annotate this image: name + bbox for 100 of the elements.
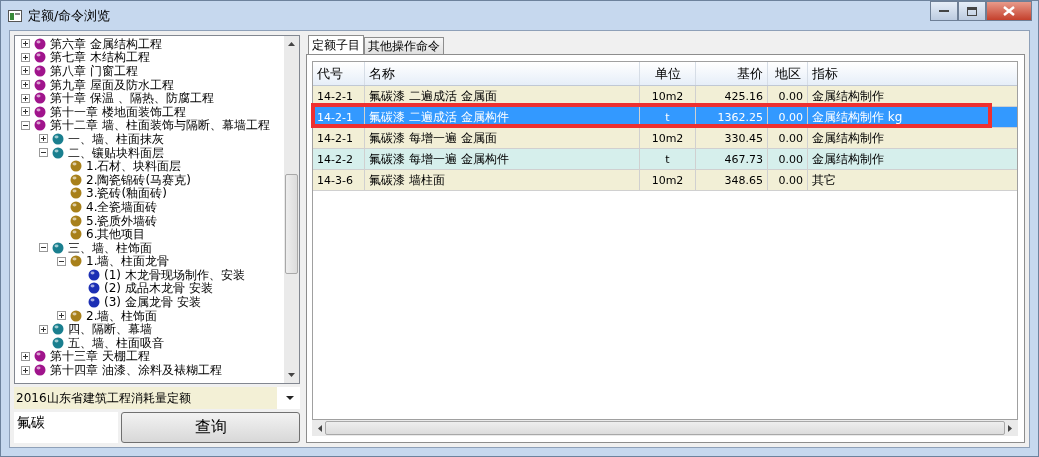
column-header[interactable]: 单位 [640, 62, 696, 85]
tree-item[interactable]: 3.瓷砖(釉面砖) [86, 186, 167, 201]
minimize-button[interactable] [930, 1, 958, 21]
table-cell: 0.00 [768, 149, 808, 169]
table-cell: t [640, 107, 696, 127]
tree-item[interactable]: (1) 木龙骨现场制作、安装 [104, 267, 245, 282]
tree-item[interactable]: 2.墙、柱饰面 [86, 308, 158, 323]
tree-item[interactable]: 1.墙、柱面龙骨 [86, 254, 170, 269]
table-row[interactable]: 14-2-1 氟碳漆 每增一遍 金属面 10m2 330.45 0.00 金属结构制作 [313, 128, 1017, 149]
tree-item[interactable]: 第八章 门窗工程 [50, 64, 138, 78]
bullet-icon [70, 228, 82, 241]
expander-icon[interactable] [39, 324, 48, 334]
scroll-left-icon[interactable] [318, 424, 322, 432]
table-cell: 14-3-6 [313, 170, 365, 190]
scroll-thumb[interactable] [325, 421, 1005, 435]
close-button[interactable] [986, 1, 1032, 21]
table-row[interactable]: 14-3-6 氟碳漆 墙柱面 10m2 348.65 0.00 其它 [313, 170, 1017, 191]
table-cell: 330.45 [696, 128, 768, 148]
tree-item[interactable]: 4.全瓷墙面砖 [86, 199, 158, 214]
tree-item[interactable]: (2) 成品木龙骨 安装 [104, 281, 213, 296]
table-row[interactable]: 14-2-2 氟碳漆 每增一遍 金属构件 t 467.73 0.00 金属结构制作 [313, 149, 1017, 170]
scroll-up-icon[interactable] [288, 42, 295, 46]
expander-icon[interactable] [21, 107, 30, 117]
expander-icon[interactable] [21, 93, 30, 103]
column-header[interactable]: 基价 [696, 62, 768, 85]
table-cell: 氟碳漆 每增一遍 金属构件 [365, 149, 640, 169]
scroll-thumb[interactable] [285, 174, 298, 274]
expander-icon[interactable] [57, 311, 66, 321]
table-cell: t [640, 149, 696, 169]
tree-item[interactable]: 第十一章 楼地面装饰工程 [50, 104, 186, 119]
table-cell: 14-2-2 [313, 149, 365, 169]
table-cell-text: 金属结构制作 [811, 87, 885, 105]
expander-icon[interactable] [57, 256, 66, 266]
bullet-icon [34, 350, 46, 363]
column-header[interactable]: 名称 [365, 62, 640, 85]
tree-item[interactable]: 第十章 保温 、隔热、防腐工程 [50, 91, 214, 106]
bullet-icon [70, 187, 82, 200]
table-cell-text: 金属结构制作 [811, 150, 885, 168]
tab[interactable]: 其他操作命令 [364, 37, 444, 54]
tree-item[interactable]: 二、镶贴块料面层 [68, 145, 164, 160]
scroll-right-icon[interactable] [1008, 424, 1012, 432]
expander-icon[interactable] [21, 120, 30, 130]
column-header[interactable]: 地区 [768, 62, 808, 85]
bullet-icon [88, 296, 100, 309]
tree-item[interactable]: 四、隔断、幕墙 [68, 322, 152, 337]
query-button[interactable]: 查询 [121, 412, 300, 443]
table-cell: 氟碳漆 墙柱面 [365, 170, 640, 190]
maximize-button[interactable] [958, 1, 986, 21]
bullet-icon [70, 173, 82, 186]
tree-item[interactable]: 第十三章 天棚工程 [50, 349, 150, 364]
table-cell: 0.00 [768, 170, 808, 190]
expander-icon[interactable] [21, 351, 30, 361]
tree-item[interactable]: 第七章 木结构工程 [50, 50, 150, 65]
table-cell: 348.65 [696, 170, 768, 190]
expander-icon[interactable] [21, 39, 30, 49]
bullet-icon [88, 268, 100, 281]
table-cell: 14-2-1 [313, 86, 365, 106]
bullet-icon [70, 200, 82, 213]
bullet-icon [34, 119, 46, 132]
tree-item[interactable]: 第六章 金属结构工程 [50, 36, 162, 51]
tree-item[interactable]: 五、墙、柱面吸音 [68, 335, 164, 350]
tree-item[interactable]: 6.其他项目 [86, 227, 146, 242]
bullet-icon [70, 255, 82, 268]
expander-icon[interactable] [39, 243, 48, 253]
expander-icon[interactable] [39, 148, 48, 158]
column-header[interactable]: 指标 [808, 62, 1017, 85]
search-field[interactable]: 氟碳 [14, 412, 118, 443]
dropdown-caret-icon [286, 396, 294, 401]
tree-item[interactable]: 2.陶瓷锦砖(马赛克) [86, 172, 191, 187]
table-cell: 0.00 [768, 128, 808, 148]
expander-icon[interactable] [21, 80, 30, 90]
table-cell: 1362.25 [696, 107, 768, 127]
expander-icon[interactable] [39, 134, 48, 144]
tree-item[interactable]: 第九章 屋面及防水工程 [50, 77, 174, 92]
tree-item[interactable]: (3) 金属龙骨 安装 [104, 295, 201, 310]
bullet-icon [34, 364, 46, 377]
table-cell-text: 金属结构制作 kg [811, 108, 904, 126]
bullet-icon [34, 105, 46, 118]
tree-item[interactable]: 三、墙、柱饰面 [68, 240, 152, 255]
horizontal-scrollbar[interactable] [312, 420, 1018, 436]
expander-icon[interactable] [21, 365, 30, 375]
expander-icon[interactable] [21, 52, 30, 62]
table-cell-text: 其它 [811, 171, 837, 189]
column-header[interactable]: 代号 [313, 62, 365, 85]
tree-item[interactable]: 1.石材、块料面层 [86, 159, 182, 174]
bullet-icon [52, 132, 64, 145]
tab[interactable]: 定额子目 [308, 35, 364, 54]
bullet-icon [34, 65, 46, 77]
tree-item[interactable]: 第十二章 墙、柱面装饰与隔断、幕墙工程 [50, 118, 270, 133]
scroll-down-icon[interactable] [288, 373, 295, 378]
scrollbar[interactable] [284, 36, 299, 384]
tree-item[interactable]: 一、墙、柱面抹灰 [68, 131, 164, 146]
tree-item[interactable]: 5.瓷质外墙砖 [86, 213, 158, 228]
table-cell: 氟碳漆 二遍成活 金属构件 [365, 107, 640, 127]
quota-dropdown[interactable]: 2016山东省建筑工程消耗量定额 [14, 387, 300, 410]
expander-icon[interactable] [21, 66, 30, 76]
bullet-icon [52, 241, 64, 254]
maximize-icon [967, 6, 977, 16]
tree-item[interactable]: 第十四章 油漆、涂料及裱糊工程 [50, 363, 222, 378]
close-icon [1003, 6, 1015, 16]
